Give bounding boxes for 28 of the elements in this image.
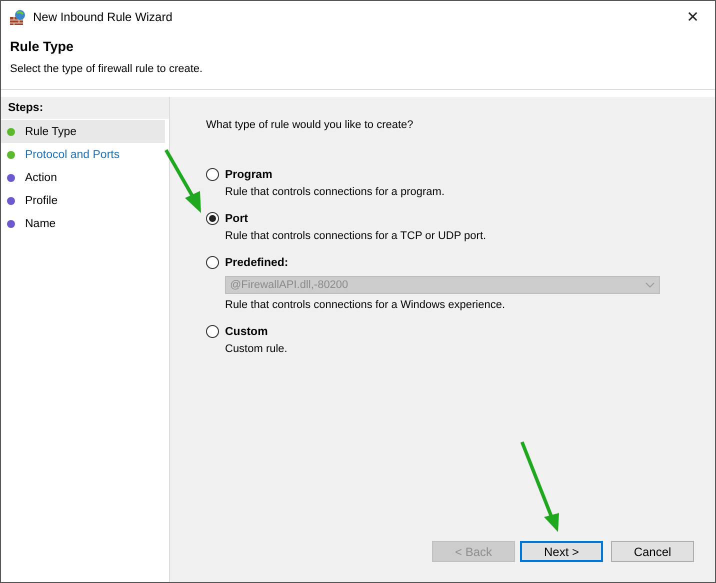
close-icon[interactable]: ✕ xyxy=(671,8,715,26)
option-label: Port xyxy=(225,212,248,224)
radio-button[interactable] xyxy=(206,212,219,225)
page-title: Rule Type xyxy=(10,39,75,54)
chevron-down-icon xyxy=(645,282,655,288)
step-item[interactable]: Name xyxy=(1,212,165,235)
option-label: Custom xyxy=(225,326,268,338)
step-item[interactable]: Rule Type xyxy=(1,120,165,143)
radio-button[interactable] xyxy=(206,256,219,269)
step-item[interactable]: Protocol and Ports xyxy=(1,143,165,166)
wizard-button[interactable]: Next > xyxy=(520,541,603,562)
wizard-button[interactable]: Cancel xyxy=(611,541,694,562)
step-item[interactable]: Action xyxy=(1,166,165,189)
steps-heading: Steps: xyxy=(1,97,169,119)
firewall-icon xyxy=(9,8,26,26)
option-label: Predefined: xyxy=(225,256,288,268)
option-description: Custom rule. xyxy=(225,343,288,355)
step-item[interactable]: Profile xyxy=(1,189,165,212)
option-label: Program xyxy=(225,168,272,180)
option-description: Rule that controls connections for a Windows experience. xyxy=(225,299,506,311)
question-text: What type of rule would you like to create? xyxy=(206,119,414,131)
radio-button[interactable] xyxy=(206,168,219,181)
annotation-arrow xyxy=(164,149,201,213)
option-description: Rule that controls connections for a program. xyxy=(225,186,446,198)
option-description: Rule that controls connections for a TCP or UDP port. xyxy=(225,230,488,242)
window-title: New Inbound Rule Wizard xyxy=(33,10,174,24)
radio-button[interactable] xyxy=(206,325,219,338)
page-subtitle: Select the type of firewall rule to create. xyxy=(10,63,204,75)
